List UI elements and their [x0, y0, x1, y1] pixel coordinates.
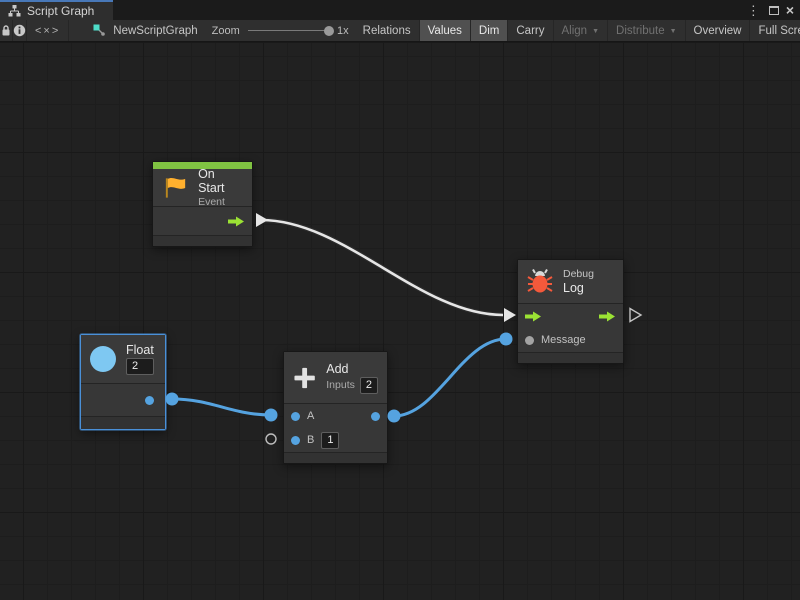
add-input-b-port[interactable] — [291, 436, 300, 445]
connection-layer — [0, 43, 800, 600]
add-output-port[interactable] — [371, 412, 380, 421]
node-float-header[interactable]: Float 2 — [81, 335, 165, 384]
add-b-input-port-unconnected[interactable] — [266, 434, 276, 444]
float-type-icon — [90, 346, 116, 372]
node-float[interactable]: Float 2 — [80, 334, 166, 430]
node-footer — [153, 236, 252, 246]
node-category: Debug — [563, 268, 594, 280]
zoom-slider-handle[interactable] — [324, 26, 334, 36]
toolbar-button-dim[interactable]: Dim — [471, 20, 508, 41]
log-output-flow-port-unconnected[interactable] — [630, 309, 641, 322]
inputs-count-field[interactable]: 2 — [360, 377, 378, 394]
toolbar-button-distribute[interactable]: Distribute ▼ — [608, 20, 686, 41]
value-wire-float-to-add-a[interactable] — [172, 399, 271, 415]
inspect-button[interactable] — [13, 20, 27, 41]
node-footer — [518, 353, 623, 363]
toolbar-button-relations[interactable]: Relations — [355, 20, 420, 41]
add-output-wire-dot[interactable] — [388, 410, 401, 423]
node-add-header[interactable]: Add Inputs 2 — [284, 352, 387, 404]
graph-canvas[interactable]: On Start Event — [0, 43, 800, 600]
zoom-slider[interactable] — [248, 30, 329, 31]
node-on-start[interactable]: On Start Event — [152, 161, 253, 247]
graph-name-label: NewScriptGraph — [113, 25, 197, 37]
script-graph-asset-icon — [93, 24, 106, 37]
onstart-output-flow-port[interactable] — [256, 213, 268, 227]
toolbar-button-align[interactable]: Align ▼ — [554, 20, 609, 41]
node-subtitle: Event — [198, 196, 243, 208]
window-menu-icon[interactable]: ⋮ — [745, 4, 762, 17]
info-icon — [13, 24, 26, 37]
zoom-value: 1x — [337, 25, 349, 37]
script-graph-window: Script Graph ⋮ × <×> — [0, 0, 800, 600]
lock-icon — [0, 24, 12, 37]
port-label-a: A — [307, 410, 314, 422]
node-title: Log — [563, 281, 594, 295]
node-footer — [81, 417, 165, 429]
node-footer — [284, 453, 387, 463]
graph-name-group[interactable]: NewScriptGraph — [69, 20, 207, 41]
b-value-field[interactable]: 1 — [321, 432, 339, 449]
port-label-b: B — [307, 434, 314, 446]
maximize-icon[interactable] — [769, 6, 779, 15]
chevron-down-icon: ▼ — [592, 28, 599, 35]
toolbar-button-carry[interactable]: Carry — [508, 20, 553, 41]
graph-toolbar: <×> NewScriptGraph Zoom 1x Relations Val… — [0, 20, 800, 42]
flow-input-arrow-icon[interactable] — [525, 311, 542, 322]
chevron-down-icon: ▼ — [670, 28, 677, 35]
node-add[interactable]: Add Inputs 2 A B 1 — [283, 351, 388, 464]
node-debug-log[interactable]: Debug Log Message — [517, 259, 624, 364]
flow-output-arrow-icon[interactable] — [599, 311, 616, 322]
node-title: On Start — [198, 167, 243, 195]
distribute-label: Distribute — [616, 25, 665, 37]
node-title: Add — [326, 362, 378, 376]
float-output-wire-dot[interactable] — [166, 393, 179, 406]
tab-bar: Script Graph ⋮ × — [0, 0, 800, 20]
flow-output-arrow-icon[interactable] — [228, 216, 245, 227]
wire-shadow — [261, 220, 503, 315]
bug-icon — [527, 269, 553, 294]
window-controls: ⋮ × — [745, 0, 800, 20]
tab-label: Script Graph — [27, 4, 94, 18]
close-icon[interactable]: × — [786, 3, 794, 17]
plus-icon — [293, 366, 316, 390]
flow-wire-onstart-to-log[interactable] — [261, 220, 503, 315]
code-preview-button[interactable]: <×> — [27, 20, 69, 41]
add-a-input-wire-dot[interactable] — [265, 409, 278, 422]
add-input-a-port[interactable] — [291, 412, 300, 421]
toolbar-button-overview[interactable]: Overview — [686, 20, 751, 41]
float-value-field[interactable]: 2 — [126, 358, 154, 375]
flag-icon — [162, 175, 188, 200]
zoom-label: Zoom — [212, 25, 240, 37]
message-input-wire-dot[interactable] — [500, 333, 513, 346]
hierarchy-icon — [8, 5, 21, 17]
node-debug-log-header[interactable]: Debug Log — [518, 260, 623, 304]
node-title: Float — [126, 343, 154, 357]
node-on-start-header[interactable]: On Start Event — [153, 169, 252, 207]
value-wire-add-to-message[interactable] — [394, 339, 506, 416]
toolbar-button-values[interactable]: Values — [420, 20, 471, 41]
inputs-label: Inputs — [326, 379, 355, 391]
float-output-port[interactable] — [145, 396, 154, 405]
toolbar-button-fullscreen[interactable]: Full Screen — [750, 20, 800, 41]
zoom-control: Zoom 1x — [208, 20, 355, 41]
align-label: Align — [562, 25, 588, 37]
port-label-message: Message — [541, 334, 586, 346]
lock-button[interactable] — [0, 20, 13, 41]
log-input-flow-arrowhead[interactable] — [504, 308, 516, 322]
tab-script-graph[interactable]: Script Graph — [0, 0, 113, 20]
message-input-port[interactable] — [525, 336, 534, 345]
